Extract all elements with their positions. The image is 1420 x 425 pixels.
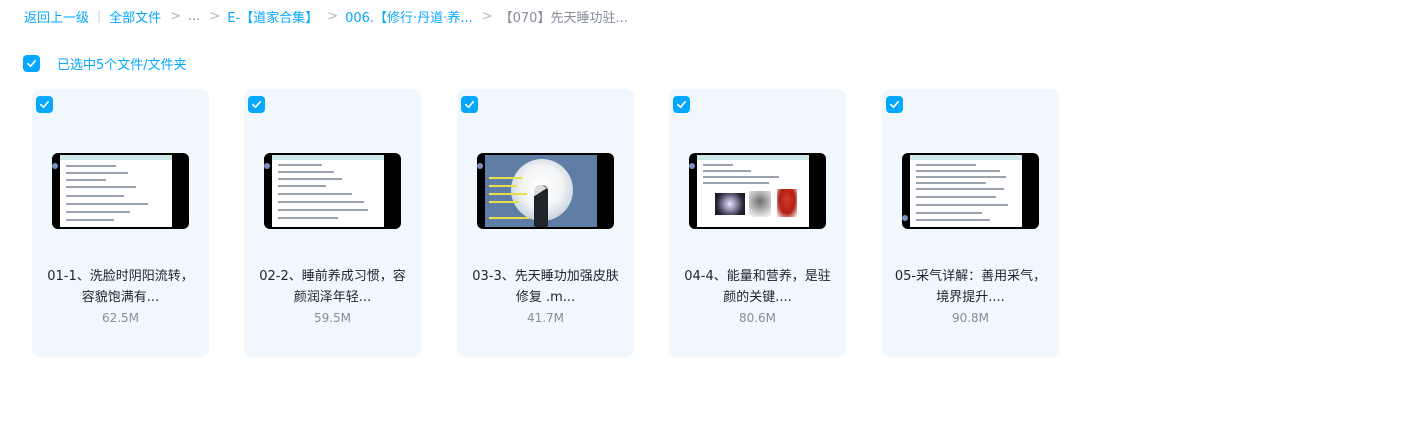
thumbnail-slide — [272, 155, 384, 227]
galaxy-image — [715, 193, 745, 215]
file-name-line1: 02-2、睡前养成习惯，容 — [259, 269, 406, 284]
check-icon — [890, 100, 899, 109]
check-icon — [27, 59, 36, 67]
file-card[interactable]: 03-3、先天睡功加强皮肤 修复 .m... 41.7M — [457, 89, 634, 357]
thumbnail-slide — [697, 155, 809, 227]
file-size: 59.5M — [313, 311, 352, 325]
file-card[interactable]: 02-2、睡前养成习惯，容 颜润泽年轻... 59.5M — [244, 89, 421, 357]
file-name-line2: 容貌饱满有... — [81, 290, 160, 305]
file-card[interactable]: 04-4、能量和营养，是驻 颜的关键.... 80.6M — [669, 89, 846, 357]
video-thumbnail[interactable] — [689, 153, 826, 229]
file-size: 41.7M — [526, 311, 565, 325]
select-all-checkbox[interactable] — [23, 54, 40, 72]
thumbnail-slide — [60, 155, 172, 227]
file-checkbox[interactable] — [461, 96, 478, 113]
file-checkbox[interactable] — [248, 96, 265, 113]
file-checkbox[interactable] — [36, 96, 53, 113]
file-size: 90.8M — [951, 311, 990, 325]
breadcrumb-arrow: > — [481, 8, 493, 24]
breadcrumb-divider: | — [97, 9, 102, 23]
file-card[interactable]: 05-采气详解：善用采气， 境界提升.... 90.8M — [882, 89, 1059, 357]
back-link[interactable]: 返回上一级 — [24, 7, 89, 26]
file-checkbox[interactable] — [886, 96, 903, 113]
play-icon — [533, 179, 547, 197]
check-icon — [252, 100, 261, 109]
anatomy-image — [777, 189, 797, 217]
breadcrumb-arrow: > — [170, 8, 181, 24]
check-icon — [40, 100, 49, 109]
video-thumbnail[interactable] — [902, 153, 1039, 229]
breadcrumb-arrow: > — [209, 8, 221, 24]
file-size: 62.5M — [101, 311, 140, 325]
file-name-line2: 境界提升.... — [936, 290, 1005, 305]
file-name[interactable]: 03-3、先天睡功加强皮肤 修复 .m... — [469, 266, 622, 308]
selection-count-label: 已选中5个文件/文件夹 — [57, 57, 187, 73]
breadcrumb-folder-daojia[interactable]: E-【道家合集】 — [227, 7, 318, 26]
file-checkbox[interactable] — [673, 96, 690, 113]
breadcrumb-all-files[interactable]: 全部文件 — [109, 7, 161, 26]
file-name-line1: 01-1、洗脸时阴阳流转， — [47, 269, 194, 284]
video-thumbnail[interactable] — [477, 153, 614, 229]
tree-image — [749, 191, 771, 217]
file-name-line2: 颜润泽年轻... — [293, 290, 372, 305]
file-name[interactable]: 02-2、睡前养成习惯，容 颜润泽年轻... — [256, 266, 409, 308]
file-name-line2: 颜的关键.... — [723, 290, 792, 305]
breadcrumb-folder-xiuxing[interactable]: 006.【修行·丹道·养... — [345, 7, 473, 26]
file-name[interactable]: 04-4、能量和营养，是驻 颜的关键.... — [681, 266, 834, 308]
select-all-row: 已选中5个文件/文件夹 — [23, 53, 187, 73]
thumbnail-slide — [910, 155, 1022, 227]
file-card[interactable]: 01-1、洗脸时阴阳流转， 容貌饱满有... 62.5M — [32, 89, 209, 357]
file-name-line1: 03-3、先天睡功加强皮肤 — [472, 269, 619, 284]
video-thumbnail[interactable] — [52, 153, 189, 229]
file-size: 80.6M — [738, 311, 777, 325]
file-name[interactable]: 01-1、洗脸时阴阳流转， 容貌饱满有... — [44, 266, 197, 308]
file-name-line1: 04-4、能量和营养，是驻 — [684, 269, 831, 284]
check-icon — [465, 100, 474, 109]
file-name[interactable]: 05-采气详解：善用采气， 境界提升.... — [894, 266, 1047, 308]
breadcrumb: 返回上一级 | 全部文件 > ... > E-【道家合集】 > 006.【修行·… — [24, 6, 628, 26]
breadcrumb-ellipsis[interactable]: ... — [188, 9, 200, 24]
file-name-line2: 修复 .m... — [515, 290, 576, 305]
breadcrumb-current-folder: 【070】先天睡功驻... — [499, 10, 628, 26]
thumbnail-moon-image — [485, 155, 597, 227]
video-thumbnail[interactable] — [264, 153, 401, 229]
breadcrumb-arrow: > — [327, 8, 339, 24]
file-name-line1: 05-采气详解：善用采气， — [894, 269, 1047, 284]
check-icon — [677, 100, 686, 109]
